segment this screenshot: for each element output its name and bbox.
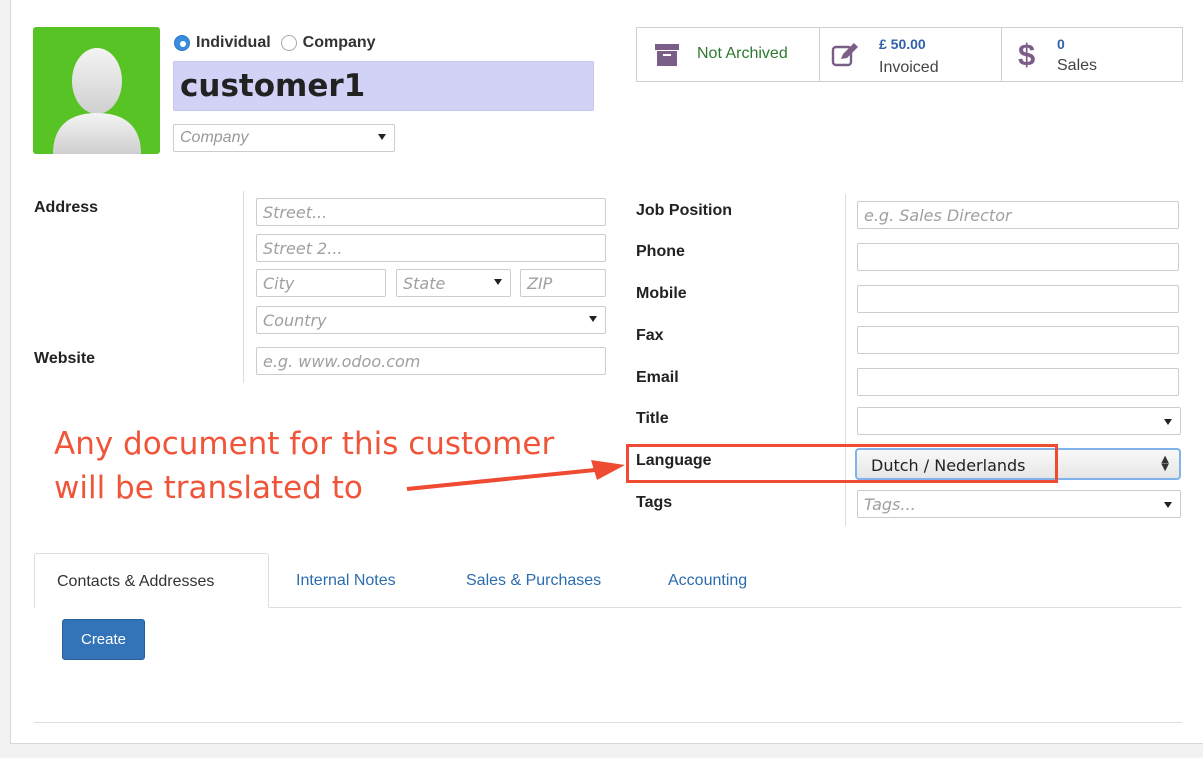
company-placeholder: Company: [180, 129, 249, 146]
divider: [34, 722, 1182, 723]
tab-accounting[interactable]: Accounting: [668, 553, 747, 608]
email-input[interactable]: [857, 368, 1179, 396]
divider: [243, 191, 244, 383]
mobile-label: Mobile: [636, 285, 687, 302]
individual-radio[interactable]: [174, 35, 190, 51]
tab-contacts-addresses[interactable]: Contacts & Addresses: [34, 553, 269, 608]
chevron-down-icon: [1164, 419, 1172, 425]
chevron-down-icon: [1164, 502, 1172, 508]
address-label: Address: [34, 199, 99, 216]
notebook-tabs: Contacts & Addresses Internal Notes Sale…: [34, 553, 1182, 608]
country-select[interactable]: Country: [256, 306, 606, 334]
job-position-input[interactable]: e.g. Sales Director: [857, 201, 1179, 229]
create-button[interactable]: Create: [62, 619, 145, 660]
chevron-down-icon: [589, 316, 597, 322]
fax-label: Fax: [636, 327, 664, 344]
individual-label: Individual: [196, 34, 271, 51]
avatar[interactable]: [33, 27, 160, 154]
name-field[interactable]: customer1: [173, 61, 594, 111]
fax-input[interactable]: [857, 326, 1179, 354]
archive-status: Not Archived: [697, 45, 788, 62]
street-input[interactable]: Street...: [256, 198, 606, 226]
phone-label: Phone: [636, 243, 685, 260]
job-position-label: Job Position: [636, 202, 732, 219]
tab-internal-notes[interactable]: Internal Notes: [296, 553, 396, 608]
state-placeholder: State: [403, 274, 446, 293]
company-radio[interactable]: [280, 35, 297, 51]
state-select[interactable]: State: [396, 269, 511, 297]
sales-label: Sales: [1057, 57, 1098, 74]
street2-input[interactable]: Street 2...: [256, 234, 606, 262]
updown-arrows-icon: ▲ ▼: [1161, 454, 1169, 473]
title-select[interactable]: [857, 407, 1181, 435]
chevron-down-icon: [494, 279, 502, 285]
invoiced-label: Invoiced: [879, 59, 939, 76]
edit-icon: [831, 43, 858, 67]
user-silhouette-icon: [53, 48, 141, 154]
archive-icon: [655, 44, 679, 66]
sales-count: 0: [1057, 36, 1065, 52]
mobile-input[interactable]: [857, 285, 1179, 313]
tab-sales-purchases[interactable]: Sales & Purchases: [466, 553, 601, 608]
country-placeholder: Country: [263, 311, 327, 330]
language-highlight-box: [626, 444, 1058, 483]
archive-button[interactable]: Not Archived: [637, 28, 820, 81]
title-label: Title: [636, 410, 669, 427]
dollar-icon: $: [1018, 37, 1036, 72]
company-select[interactable]: Company: [173, 124, 395, 152]
invoiced-amount: £ 50.00: [879, 36, 926, 52]
zip-input[interactable]: ZIP: [520, 269, 606, 297]
chevron-down-icon: [378, 134, 386, 140]
phone-input[interactable]: [857, 243, 1179, 271]
sales-button[interactable]: $ 0 Sales: [1002, 28, 1182, 81]
email-label: Email: [636, 369, 679, 386]
website-label: Website: [34, 350, 96, 367]
invoiced-button[interactable]: £ 50.00 Invoiced: [820, 28, 1002, 81]
stat-buttons: Not Archived £ 50.00 Invoiced $ 0 Sales: [636, 27, 1183, 82]
website-input[interactable]: e.g. www.odoo.com: [256, 347, 606, 375]
annotation-arrow-icon: [406, 460, 625, 491]
tags-select[interactable]: Tags...: [857, 490, 1181, 518]
city-input[interactable]: City: [256, 269, 386, 297]
partner-type-radios: Individual Company: [174, 34, 376, 52]
tags-placeholder: Tags...: [864, 495, 916, 514]
company-label: Company: [302, 34, 376, 51]
